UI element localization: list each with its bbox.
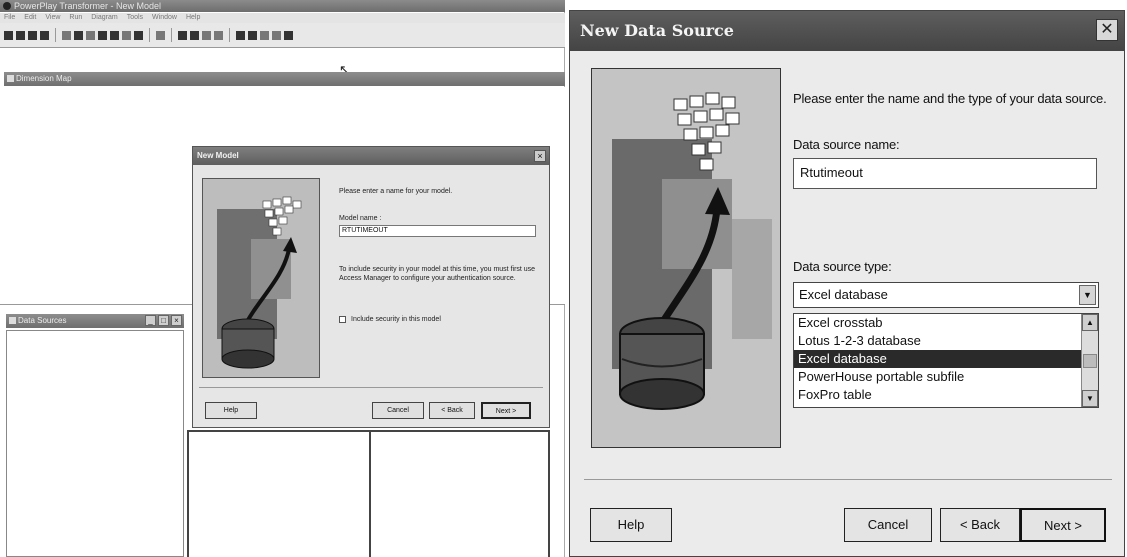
list-scrollbar[interactable]: ▲ ▼ xyxy=(1081,314,1098,407)
list-item[interactable]: PowerHouse portable subfile xyxy=(794,368,1098,386)
data-sources-title: Data Sources xyxy=(18,316,67,325)
divider xyxy=(187,430,189,557)
model-name-input[interactable]: RTUTIMEOUT xyxy=(339,225,536,237)
include-security-label: Include security in this model xyxy=(351,316,441,323)
help-icon[interactable] xyxy=(156,30,165,40)
help-button[interactable]: Help xyxy=(205,402,257,419)
window-icon xyxy=(9,317,16,324)
list-item[interactable]: Lotus 1-2-3 database xyxy=(794,332,1098,350)
chart-icon[interactable] xyxy=(178,30,187,40)
data-source-prompt: Please enter the name and the type of yo… xyxy=(793,91,1107,106)
powerplay-window: PowerPlay Transformer - New Model File E… xyxy=(0,0,565,557)
chart-icon[interactable] xyxy=(272,30,281,40)
data-sources-pane[interactable] xyxy=(6,330,184,557)
menu-file[interactable]: File xyxy=(4,13,15,23)
zoom-icon[interactable] xyxy=(134,30,143,40)
divider xyxy=(369,430,371,557)
scroll-up-icon[interactable]: ▲ xyxy=(1082,314,1098,331)
menu-view[interactable]: View xyxy=(45,13,60,23)
menu-tools[interactable]: Tools xyxy=(127,13,143,23)
toolbar-separator xyxy=(229,28,230,42)
new-icon[interactable] xyxy=(4,30,13,40)
info-icon[interactable] xyxy=(260,30,269,40)
new-data-source-title: New Data Source xyxy=(570,11,1124,51)
window-icon xyxy=(7,75,14,82)
app-title: PowerPlay Transformer - New Model xyxy=(14,1,162,11)
print-icon[interactable] xyxy=(40,30,49,40)
close-icon[interactable]: × xyxy=(534,150,546,162)
list-item[interactable]: Excel crosstab xyxy=(794,314,1098,332)
data-source-name-input[interactable]: Rtutimeout xyxy=(793,158,1097,189)
undo-icon[interactable] xyxy=(62,30,71,40)
open-icon[interactable] xyxy=(16,30,25,40)
find-icon[interactable] xyxy=(122,30,131,40)
grid-icon[interactable] xyxy=(202,30,211,40)
table-icon[interactable] xyxy=(98,30,107,40)
toolbar-separator xyxy=(171,28,172,42)
security-info-text: To include security in your model at thi… xyxy=(339,266,536,282)
dimension-map-titlebar: Dimension Map xyxy=(4,72,565,86)
toolbar-separator xyxy=(55,28,56,42)
data-source-type-select[interactable]: Excel database ▼ xyxy=(793,282,1099,308)
close-icon[interactable]: × xyxy=(171,315,182,326)
divider xyxy=(187,430,550,432)
cancel-button[interactable]: Cancel xyxy=(844,508,932,542)
data-sources-titlebar: Data Sources _ □ × xyxy=(6,314,184,328)
help-button[interactable]: Help xyxy=(590,508,672,542)
divider xyxy=(548,430,550,557)
toolbar-separator xyxy=(149,28,150,42)
globe-icon[interactable] xyxy=(236,30,245,40)
next-button[interactable]: Next > xyxy=(481,402,531,419)
chevron-down-icon[interactable]: ▼ xyxy=(1079,285,1096,305)
model-name-label: Model name : xyxy=(339,215,382,222)
wizard-illustration xyxy=(202,178,320,378)
maximize-icon[interactable]: □ xyxy=(158,315,169,326)
remove-icon[interactable] xyxy=(86,30,95,40)
lock-icon[interactable] xyxy=(190,30,199,40)
data-source-type-label: Data source type: xyxy=(793,259,892,274)
new-data-source-dialog: New Data Source ✕ Please enter the name … xyxy=(569,10,1125,557)
new-model-prompt: Please enter a name for your model. xyxy=(339,188,453,195)
minimize-icon[interactable]: _ xyxy=(145,315,156,326)
toolbar xyxy=(0,23,565,48)
wizard-illustration xyxy=(591,68,781,448)
close-icon[interactable]: ✕ xyxy=(1096,19,1118,41)
cancel-button[interactable]: Cancel xyxy=(372,402,424,419)
scroll-down-icon[interactable]: ▼ xyxy=(1082,390,1098,407)
dialog-separator xyxy=(199,387,543,388)
app-title-bar: PowerPlay Transformer - New Model xyxy=(0,0,565,12)
copy-icon[interactable] xyxy=(110,30,119,40)
data-source-type-value: Excel database xyxy=(799,287,888,302)
menu-diagram[interactable]: Diagram xyxy=(91,13,117,23)
add-icon[interactable] xyxy=(74,30,83,40)
menu-run[interactable]: Run xyxy=(69,13,82,23)
data-source-name-label: Data source name: xyxy=(793,137,900,152)
menu-window[interactable]: Window xyxy=(152,13,177,23)
include-security-checkbox[interactable] xyxy=(339,316,346,323)
next-button[interactable]: Next > xyxy=(1020,508,1106,542)
cube-icon[interactable] xyxy=(214,30,223,40)
new-model-title: New Model xyxy=(193,147,549,165)
menu-help[interactable]: Help xyxy=(186,13,200,23)
new-model-dialog: New Model × Please enter a name for your… xyxy=(192,146,550,428)
scroll-thumb[interactable] xyxy=(1083,354,1097,368)
dimension-map-title: Dimension Map xyxy=(16,74,72,83)
list-item-selected[interactable]: Excel database xyxy=(794,350,1098,368)
list-item[interactable]: FoxPro table xyxy=(794,386,1098,404)
dialog-separator xyxy=(584,479,1112,480)
whats-this-icon[interactable] xyxy=(284,30,293,40)
menu-edit[interactable]: Edit xyxy=(24,13,36,23)
menu-bar: File Edit View Run Diagram Tools Window … xyxy=(0,13,565,23)
back-button[interactable]: < Back xyxy=(940,508,1020,542)
app-icon xyxy=(3,2,11,10)
data-source-type-list[interactable]: Excel crosstab Lotus 1-2-3 database Exce… xyxy=(793,313,1099,408)
save-icon[interactable] xyxy=(28,30,37,40)
back-button[interactable]: < Back xyxy=(429,402,475,419)
settings-icon[interactable] xyxy=(248,30,257,40)
